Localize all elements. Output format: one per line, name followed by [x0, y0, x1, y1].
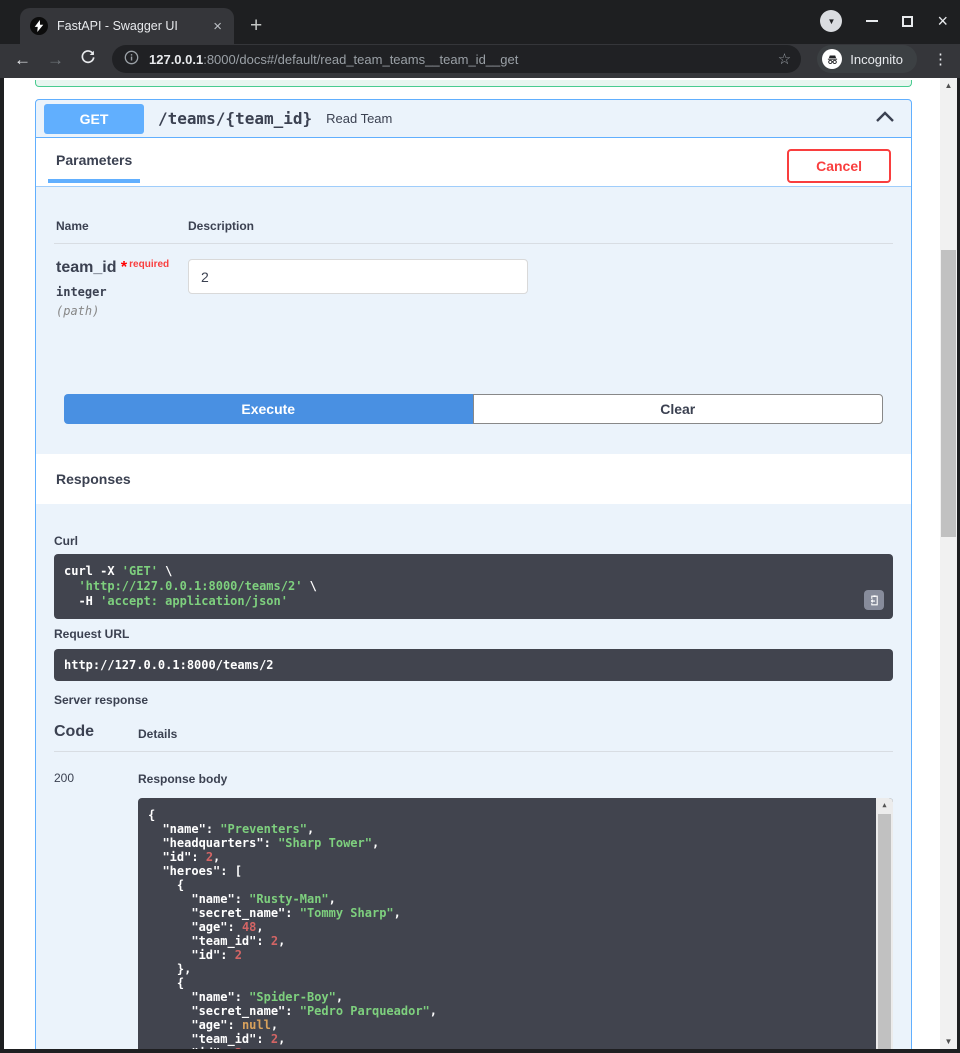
- window-controls: ▼ ×: [820, 10, 948, 32]
- previous-endpoint-card-edge: [35, 80, 912, 87]
- tab-title: FastAPI - Swagger UI: [57, 19, 200, 33]
- forward-button[interactable]: →: [47, 51, 64, 68]
- cancel-button[interactable]: Cancel: [787, 149, 891, 183]
- parameters-body: Name Description team_id *required integ…: [36, 187, 911, 454]
- swagger-page: GET /teams/{team_id} Read Team Parameter…: [4, 78, 940, 1049]
- browser-toolbar: ← → 127.0.0.1:8000/docs#/default/read_te…: [0, 44, 960, 78]
- status-code: 200: [54, 764, 138, 1049]
- execute-row: Execute Clear: [64, 394, 883, 424]
- responses-section-header: Responses: [36, 454, 911, 504]
- tab-close-icon[interactable]: ×: [209, 17, 226, 36]
- request-url-block: http://127.0.0.1:8000/teams/2: [54, 649, 893, 681]
- page-scroll-down-icon[interactable]: ▼: [940, 1034, 957, 1049]
- window-frame-bottom: [0, 1049, 960, 1053]
- team-id-input[interactable]: [188, 259, 528, 294]
- required-star: *: [121, 259, 127, 276]
- endpoint-summary: Read Team: [326, 111, 392, 126]
- endpoint-path: /teams/{team_id}: [158, 109, 312, 128]
- close-window-button[interactable]: ×: [937, 12, 948, 30]
- response-body-scrollbar[interactable]: ▲: [876, 798, 893, 1049]
- reload-button[interactable]: [80, 49, 96, 70]
- response-details-cell: Response body { "name": "Preventers", "h…: [138, 764, 893, 1049]
- copy-to-clipboard-button[interactable]: [864, 590, 884, 610]
- request-url-label: Request URL: [54, 627, 893, 641]
- collapse-chevron-icon[interactable]: [875, 110, 895, 128]
- tab-parameters[interactable]: Parameters: [48, 152, 140, 183]
- response-body-label: Response body: [138, 772, 893, 786]
- incognito-icon: [822, 49, 842, 69]
- curl-command-block: curl -X 'GET' \ 'http://127.0.0.1:8000/t…: [54, 554, 893, 619]
- browser-chrome: FastAPI - Swagger UI × + ▼ × ← → 127.0.0…: [0, 0, 960, 78]
- server-response-row: 200 Response body { "name": "Preventers"…: [54, 752, 893, 1049]
- url-host: 127.0.0.1: [149, 52, 203, 67]
- browser-menu-icon[interactable]: ⋮: [933, 50, 948, 68]
- page-scroll-thumb[interactable]: [941, 250, 956, 537]
- response-body-block: { "name": "Preventers", "headquarters": …: [138, 798, 893, 1049]
- parameter-type: integer: [56, 285, 188, 299]
- column-description-label: Description: [188, 219, 891, 233]
- http-method-badge: GET: [44, 104, 144, 134]
- required-label: required: [129, 259, 169, 270]
- responses-title: Responses: [56, 471, 131, 487]
- parameters-section-header: Parameters Cancel: [36, 138, 911, 187]
- request-url-text: http://127.0.0.1:8000/teams/2: [64, 658, 883, 672]
- bookmark-star-icon[interactable]: ☆: [778, 50, 791, 68]
- column-name-label: Name: [56, 219, 188, 233]
- site-info-icon[interactable]: [124, 50, 139, 68]
- parameter-meta: team_id *required integer (path): [56, 259, 188, 318]
- code-details-header: Code Details: [54, 723, 893, 752]
- url-bar[interactable]: 127.0.0.1:8000/docs#/default/read_team_t…: [112, 45, 801, 73]
- browser-update-icon[interactable]: ▼: [820, 10, 842, 32]
- page-scrollbar[interactable]: ▲ ▼: [940, 78, 957, 1049]
- get-teams-endpoint-card: GET /teams/{team_id} Read Team Parameter…: [35, 99, 912, 1049]
- url-path: :8000/docs#/default/read_team_teams__tea…: [203, 52, 518, 67]
- response-body-json: { "name": "Preventers", "headquarters": …: [148, 808, 867, 1049]
- page-scroll-up-icon[interactable]: ▲: [940, 78, 957, 93]
- url-text: 127.0.0.1:8000/docs#/default/read_team_t…: [149, 52, 768, 67]
- incognito-badge: Incognito: [817, 45, 917, 73]
- browser-tab[interactable]: FastAPI - Swagger UI ×: [20, 8, 234, 44]
- curl-command-text: curl -X 'GET' \ 'http://127.0.0.1:8000/t…: [64, 564, 883, 609]
- curl-label: Curl: [54, 534, 893, 548]
- parameter-location: (path): [56, 304, 188, 318]
- parameter-description-cell: [188, 259, 528, 318]
- fastapi-favicon-icon: [30, 17, 48, 35]
- minimize-button[interactable]: [866, 20, 878, 22]
- incognito-label: Incognito: [850, 52, 903, 67]
- scroll-up-arrow-icon[interactable]: ▲: [876, 798, 893, 812]
- new-tab-button[interactable]: +: [250, 15, 262, 36]
- responses-body: Curl curl -X 'GET' \ 'http://127.0.0.1:8…: [36, 504, 911, 1049]
- window-frame-left: [0, 78, 4, 1053]
- tab-strip: FastAPI - Swagger UI × + ▼ ×: [0, 0, 960, 44]
- parameters-table-header: Name Description: [54, 219, 893, 244]
- parameter-name: team_id *required: [56, 259, 188, 277]
- response-body-scroll-thumb[interactable]: [878, 814, 891, 1049]
- code-column-label: Code: [54, 723, 138, 741]
- execute-button[interactable]: Execute: [64, 394, 473, 424]
- endpoint-summary-bar[interactable]: GET /teams/{team_id} Read Team: [36, 100, 911, 138]
- parameter-row: team_id *required integer (path): [54, 244, 893, 318]
- back-button[interactable]: ←: [14, 51, 31, 68]
- server-response-label: Server response: [54, 693, 893, 707]
- clear-button[interactable]: Clear: [473, 394, 884, 424]
- details-column-label: Details: [138, 727, 177, 741]
- maximize-button[interactable]: [902, 16, 913, 27]
